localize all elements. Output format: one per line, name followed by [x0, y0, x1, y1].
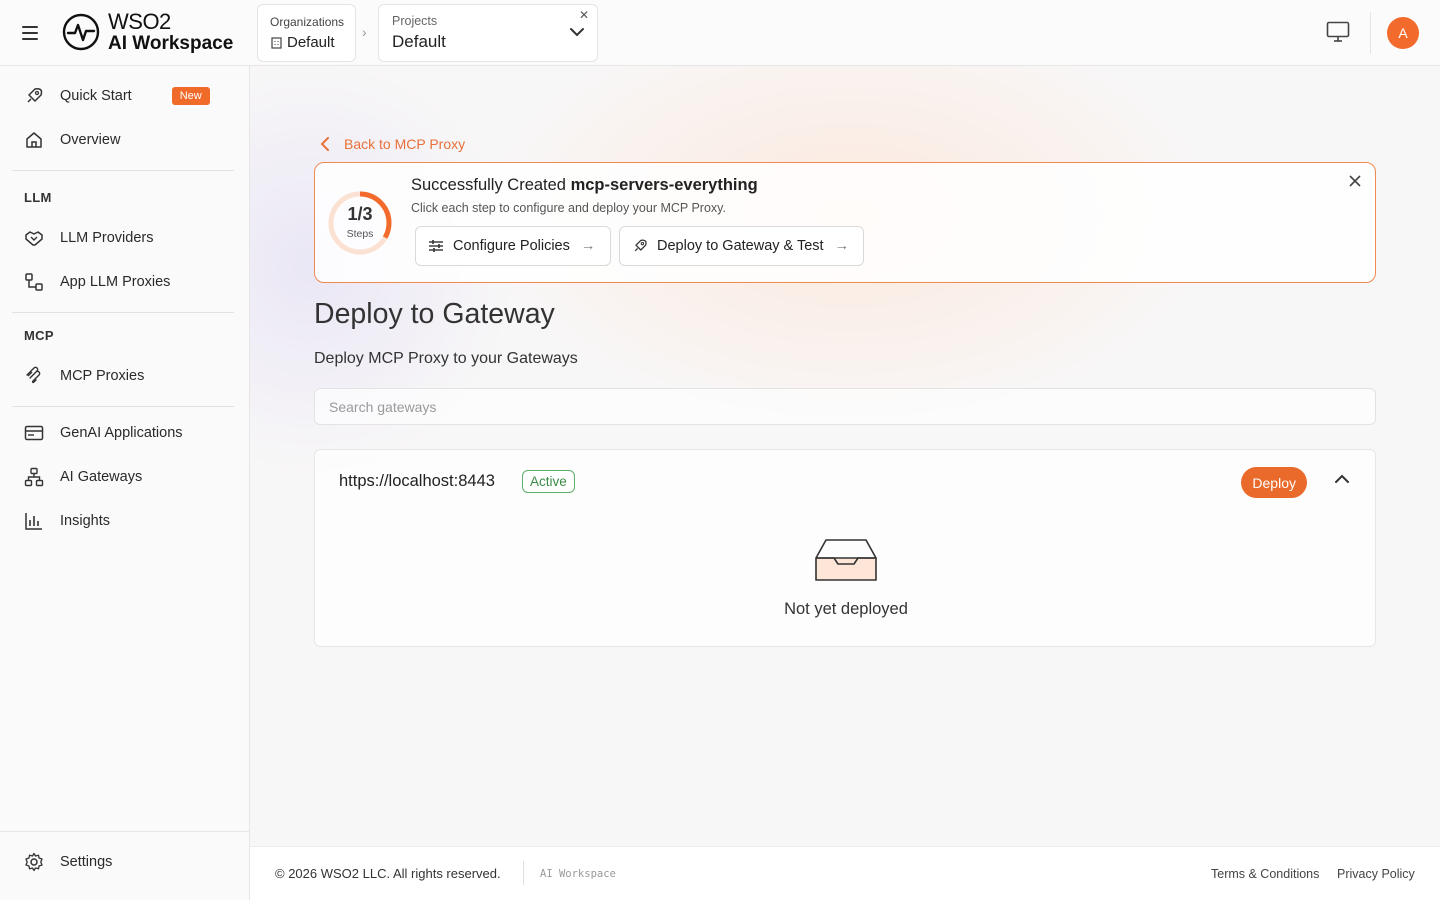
app-logo[interactable]: WSO2 AI Workspace [62, 11, 233, 53]
sidebar-item-app-llm-proxies[interactable]: App LLM Proxies [12, 262, 236, 302]
back-link-label: Back to MCP Proxy [344, 136, 466, 152]
sidebar-item-label: GenAI Applications [60, 425, 183, 441]
sliders-icon [429, 240, 443, 252]
sidebar-item-llm-providers[interactable]: LLM Providers [12, 218, 236, 258]
deploy-button[interactable]: Deploy [1241, 467, 1307, 498]
sidebar-item-label: Insights [60, 513, 110, 529]
chevron-up-icon[interactable] [1335, 474, 1349, 483]
user-avatar[interactable]: A [1387, 17, 1419, 49]
arrow-right-icon: → [580, 238, 596, 254]
gear-icon [24, 852, 44, 872]
banner-title: Successfully Created mcp-servers-everyth… [411, 176, 758, 195]
header-divider [1370, 12, 1371, 54]
org-value: Default [287, 34, 335, 51]
logo-product: AI Workspace [108, 33, 234, 54]
sidebar-divider [0, 831, 249, 832]
sidebar-item-label: Quick Start [60, 88, 132, 104]
sidebar: Quick Start New Overview LLM LLM Provide… [0, 66, 250, 900]
menu-icon[interactable] [22, 22, 42, 44]
sidebar-item-settings[interactable]: Settings [12, 842, 236, 882]
proxy-nodes-icon [24, 272, 44, 292]
terms-link[interactable]: Terms & Conditions [1211, 867, 1319, 881]
status-badge: Active [522, 470, 575, 493]
privacy-link[interactable]: Privacy Policy [1337, 867, 1415, 881]
project-value: Default [392, 32, 446, 51]
chevron-down-icon[interactable] [569, 27, 585, 37]
network-icon [24, 467, 44, 487]
empty-state-text: Not yet deployed [784, 600, 908, 618]
success-banner: 1/3 Steps Successfully Created mcp-serve… [314, 162, 1376, 283]
sidebar-divider [12, 312, 234, 313]
card-icon [24, 423, 44, 443]
sidebar-item-label: AI Gateways [60, 469, 143, 485]
search-gateways-input[interactable] [314, 388, 1376, 425]
rocket-icon [634, 239, 647, 252]
top-header: WSO2 AI Workspace Organizations Default … [0, 0, 1440, 66]
new-badge: New [171, 87, 210, 105]
step-label: Deploy to Gateway & Test [657, 238, 824, 254]
gateway-url: https://localhost:8443 [339, 472, 495, 490]
sidebar-divider [12, 170, 234, 171]
page-subtitle: Deploy MCP Proxy to your Gateways [314, 350, 578, 367]
footer-brand: AI Workspace [540, 868, 616, 880]
section-title-mcp: MCP [24, 328, 54, 343]
sidebar-item-label: LLM Providers [60, 230, 154, 246]
main-content: Back to MCP Proxy 1/3 Steps Successfully… [250, 66, 1440, 846]
footer: © 2026 WSO2 LLC. All rights reserved. AI… [250, 846, 1440, 900]
progress-steps-label: Steps [346, 228, 374, 240]
footer-divider [523, 861, 524, 885]
home-icon [24, 130, 44, 150]
chevron-left-icon [320, 137, 329, 151]
progress-count: 1/3 [347, 204, 373, 224]
project-label: Projects [392, 14, 438, 28]
back-link[interactable]: Back to MCP Proxy [320, 136, 465, 152]
sidebar-item-label: Overview [60, 132, 121, 148]
sidebar-item-mcp-proxies[interactable]: MCP Proxies [12, 356, 236, 396]
pulse-logo-icon [62, 13, 100, 51]
clear-project-icon[interactable]: ✕ [579, 8, 589, 22]
step-label: Configure Policies [453, 238, 570, 254]
sidebar-item-ai-gateways[interactable]: AI Gateways [12, 457, 236, 497]
sidebar-item-insights[interactable]: Insights [12, 501, 236, 541]
bar-chart-icon [24, 511, 44, 531]
close-icon[interactable] [1349, 175, 1361, 187]
building-icon [271, 37, 282, 49]
arrow-right-icon: → [834, 238, 850, 254]
breadcrumb-chevron-icon: › [362, 24, 367, 40]
logo-brand: WSO2 [108, 9, 171, 34]
org-label: Organizations [270, 15, 345, 29]
sidebar-item-genai-applications[interactable]: GenAI Applications [12, 413, 236, 453]
sidebar-item-label: MCP Proxies [60, 368, 145, 384]
banner-title-prefix: Successfully Created [411, 176, 571, 194]
copyright-text: © 2026 WSO2 LLC. All rights reserved. [275, 866, 501, 881]
mcp-icon [24, 366, 44, 386]
sidebar-item-label: App LLM Proxies [60, 274, 171, 290]
proxy-name: mcp-servers-everything [570, 176, 758, 194]
rocket-icon [24, 86, 44, 106]
page-title: Deploy to Gateway [314, 298, 555, 330]
organization-selector[interactable]: Organizations Default [257, 4, 356, 62]
banner-subtitle: Click each step to configure and deploy … [411, 201, 726, 215]
gateway-card: https://localhost:8443 Active Deploy Not… [314, 449, 1376, 647]
project-selector[interactable]: Projects Default ✕ [378, 4, 598, 62]
progress-ring: 1/3 Steps [327, 190, 393, 256]
empty-inbox-icon [815, 539, 877, 581]
monitor-icon[interactable] [1326, 21, 1350, 43]
section-title-llm: LLM [24, 190, 52, 205]
configure-policies-button[interactable]: Configure Policies → [415, 226, 611, 266]
sidebar-item-quick-start[interactable]: Quick Start New [12, 76, 236, 116]
sidebar-item-label: Settings [60, 854, 113, 870]
deploy-gateway-test-button[interactable]: Deploy to Gateway & Test → [619, 226, 864, 266]
handshake-icon [24, 228, 44, 248]
sidebar-divider [12, 406, 234, 407]
sidebar-item-overview[interactable]: Overview [12, 120, 236, 160]
